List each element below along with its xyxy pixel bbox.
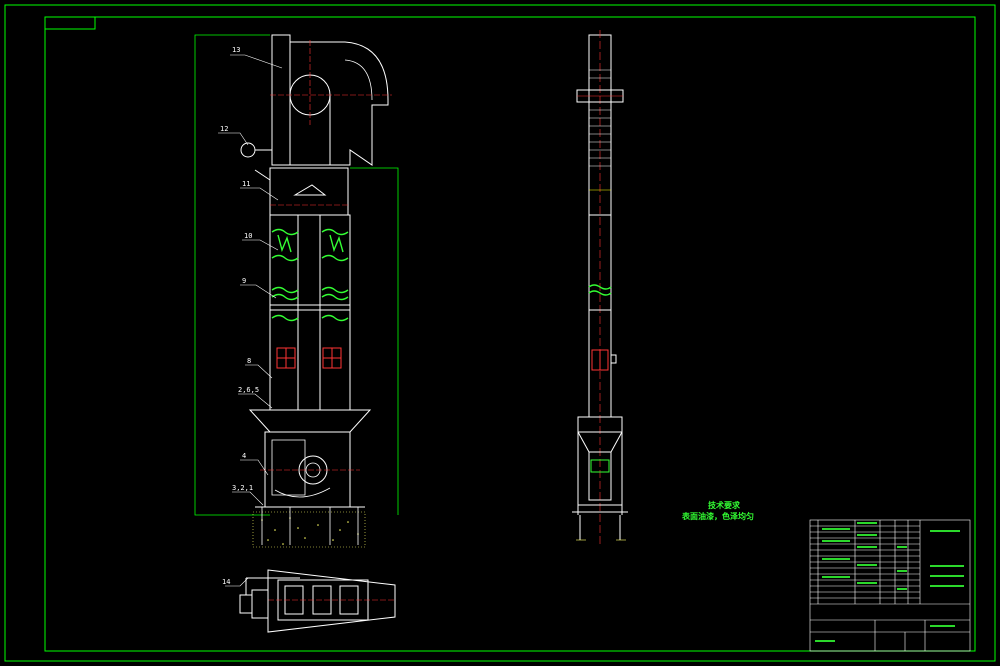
part-label-9: 9 [242, 277, 246, 285]
height-dimension-left [194, 34, 270, 516]
drive-motor [240, 142, 256, 158]
plan-motor [239, 594, 253, 614]
part-label-8: 8 [247, 357, 251, 365]
plan-view [239, 569, 396, 633]
break-lines [271, 228, 349, 322]
part-label-4: 4 [242, 452, 246, 460]
corner-code-box [44, 16, 96, 30]
part-label-14: 14 [222, 578, 230, 586]
part-label-12: 12 [220, 125, 228, 133]
height-dimension-right [350, 167, 399, 515]
head-hood-inner [344, 59, 373, 101]
part-label-11: 11 [242, 180, 250, 188]
tech-requirements-title: 技术要求 [708, 500, 741, 510]
head-left-post [271, 34, 291, 166]
part-label-2-6-5: 2,6,5 [238, 386, 259, 394]
boot-flange [248, 409, 372, 433]
cad-drawing-canvas: 13 12 11 10 9 8 2,6,5 4 3,2,1 14 技术要求 表面… [4, 4, 996, 662]
part-label-3-2-1: 3,2,1 [232, 484, 253, 492]
part-label-10: 10 [244, 232, 252, 240]
title-block-fill [815, 522, 964, 642]
foundation-gravel [261, 517, 359, 545]
foundation [252, 511, 366, 548]
outer-frame [4, 4, 996, 662]
boot-housing [264, 431, 351, 508]
front-view: 13 12 11 10 9 8 2,6,5 4 3,2,1 14 [194, 34, 399, 587]
tech-requirements-line1: 表面油漆，色泽均匀 [681, 511, 754, 521]
part-label-13: 13 [232, 46, 240, 54]
casing [269, 214, 351, 411]
side-view [572, 30, 628, 545]
